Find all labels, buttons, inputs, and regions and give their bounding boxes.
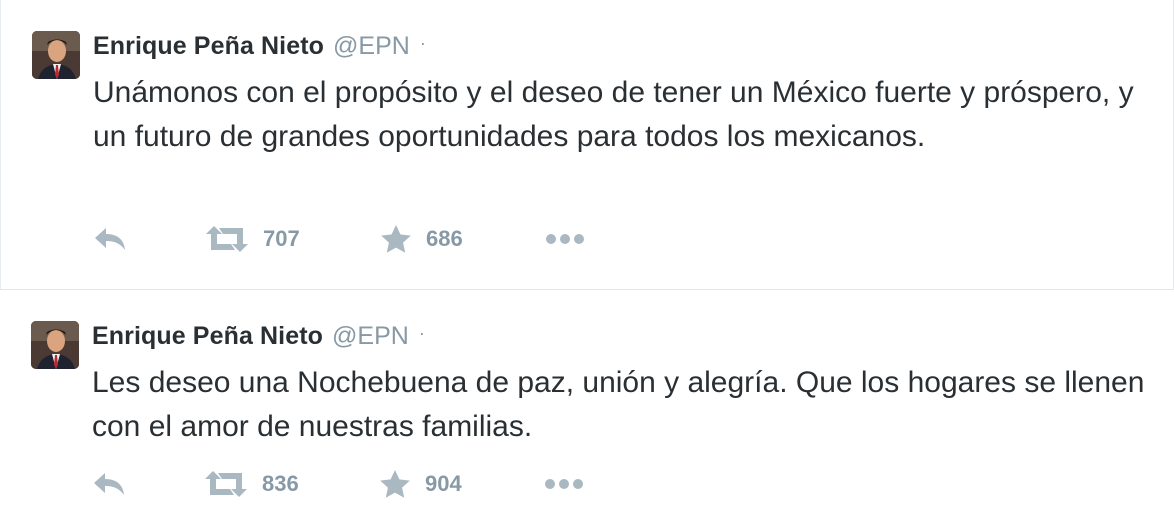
more-options-button[interactable] bbox=[545, 219, 585, 259]
tweet[interactable]: Enrique Peña Nieto @EPN · Unámonos con e… bbox=[0, 0, 1174, 290]
tweet-actions: 836 904 bbox=[92, 464, 692, 504]
tweet-time-separator: · bbox=[418, 322, 425, 343]
tweet-username[interactable]: @EPN bbox=[332, 322, 409, 351]
reply-icon bbox=[94, 473, 124, 495]
tweet-username[interactable]: @EPN bbox=[333, 32, 410, 61]
retweet-count: 836 bbox=[262, 471, 299, 496]
tweet-timeline: Enrique Peña Nieto @EPN · Unámonos con e… bbox=[0, 0, 1174, 532]
favorite-count: 686 bbox=[426, 226, 463, 251]
retweet-count: 707 bbox=[263, 226, 300, 251]
tweet-text: Les deseo una Nochebuena de paz, unión y… bbox=[92, 366, 1145, 443]
star-icon bbox=[380, 470, 410, 498]
more-options-button[interactable] bbox=[544, 464, 584, 504]
more-dots-icon bbox=[546, 234, 584, 244]
tweet-actions: 707 686 bbox=[93, 219, 693, 259]
retweet-icon bbox=[206, 226, 248, 252]
favorite-count: 904 bbox=[425, 471, 462, 496]
avatar-image bbox=[31, 321, 79, 369]
more-dots-icon bbox=[545, 479, 583, 489]
tweet[interactable]: Enrique Peña Nieto @EPN · Les deseo una … bbox=[0, 290, 1174, 532]
retweet-button[interactable]: 836 bbox=[204, 464, 299, 504]
reply-button[interactable] bbox=[92, 464, 126, 504]
avatar-image bbox=[32, 31, 80, 79]
retweet-icon bbox=[205, 471, 247, 497]
tweet-text: Unámonos con el propósito y el deseo de … bbox=[93, 76, 1134, 153]
reply-icon bbox=[95, 228, 125, 250]
avatar[interactable] bbox=[32, 31, 80, 79]
reply-button[interactable] bbox=[93, 219, 127, 259]
tweet-fullname[interactable]: Enrique Peña Nieto bbox=[93, 32, 324, 61]
star-icon bbox=[381, 225, 411, 253]
avatar[interactable] bbox=[31, 321, 79, 369]
retweet-button[interactable]: 707 bbox=[205, 219, 300, 259]
tweet-header: Enrique Peña Nieto @EPN · bbox=[93, 29, 426, 63]
tweet-time-separator: · bbox=[419, 32, 426, 53]
favorite-button[interactable]: 686 bbox=[380, 219, 463, 259]
favorite-button[interactable]: 904 bbox=[379, 464, 462, 504]
tweet-header: Enrique Peña Nieto @EPN · bbox=[92, 319, 425, 353]
tweet-fullname[interactable]: Enrique Peña Nieto bbox=[92, 322, 323, 351]
